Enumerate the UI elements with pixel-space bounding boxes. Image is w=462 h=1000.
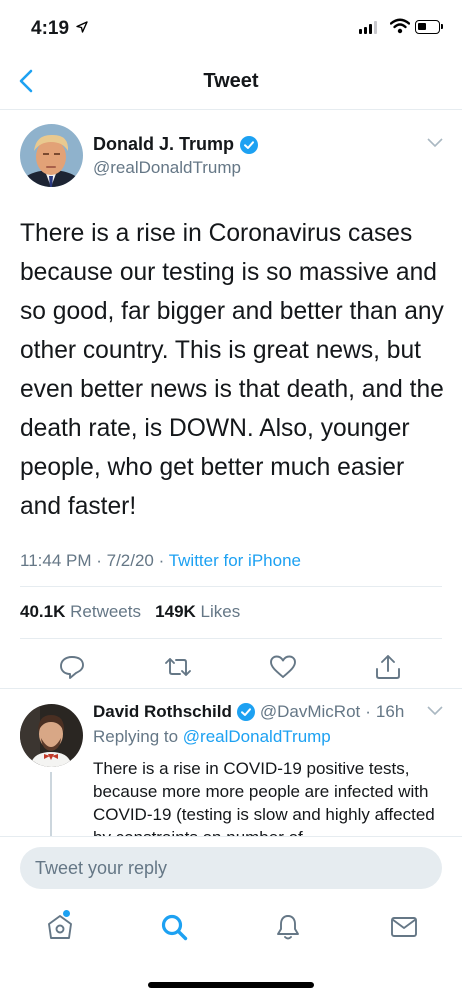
reply-age: 16h xyxy=(375,702,405,721)
retweet-icon[interactable] xyxy=(163,652,193,682)
page-title: Tweet xyxy=(203,70,259,92)
verified-badge-icon xyxy=(236,703,255,721)
author-name-text: Donald J. Trump xyxy=(93,134,235,154)
reply-tweet[interactable]: David Rothschild @DavMicRot · 16h Replying… xyxy=(0,690,462,838)
meta-separator: · xyxy=(365,702,371,721)
replying-to-prefix: Replying to xyxy=(93,727,179,746)
likes-count-link[interactable]: 149K Likes xyxy=(155,602,240,621)
tweet-text: There is a rise in Coronavirus cases bec… xyxy=(20,220,444,520)
like-icon[interactable] xyxy=(268,652,298,682)
tweet-actions xyxy=(0,648,462,688)
replying-to: Replying to @realDonaldTrump xyxy=(93,727,331,747)
notification-dot xyxy=(63,910,70,917)
divider xyxy=(20,638,442,639)
tweet-time: 11:44 PM xyxy=(20,551,92,570)
reply-input[interactable] xyxy=(20,847,442,889)
chevron-down-icon[interactable] xyxy=(427,706,443,716)
reply-icon[interactable] xyxy=(57,652,87,682)
engagement-counts: 40.1K Retweets 149K Likes xyxy=(20,602,240,622)
reply-author-avatar[interactable] xyxy=(20,704,83,767)
likes-label: Likes xyxy=(200,602,241,621)
reply-author-handle[interactable]: @DavMicRot xyxy=(260,702,360,722)
status-time: 4:19 xyxy=(31,18,70,39)
battery-level xyxy=(418,23,426,30)
home-indicator xyxy=(148,982,314,988)
reply-text: There is a rise in COVID-19 positive tes… xyxy=(93,759,435,838)
cellular-signal-icon xyxy=(359,21,377,34)
verified-badge-icon xyxy=(240,135,259,154)
notifications-icon[interactable] xyxy=(273,912,303,942)
nav-bar: Tweet xyxy=(0,50,462,110)
location-arrow-icon xyxy=(76,21,88,33)
tweet-metadata: 11:44 PM · 7/2/20 · Twitter for iPhone xyxy=(20,551,301,571)
author-handle[interactable]: @realDonaldTrump xyxy=(93,158,241,178)
messages-icon[interactable] xyxy=(389,912,419,942)
share-icon[interactable] xyxy=(373,652,403,682)
tweet-date: 7/2/20 xyxy=(106,551,154,570)
thread-line xyxy=(50,772,52,838)
reply-author-name[interactable]: David Rothschild xyxy=(93,702,232,722)
retweets-count-link[interactable]: 40.1K Retweets xyxy=(20,602,141,621)
wifi-icon xyxy=(390,18,410,34)
chevron-down-icon[interactable] xyxy=(427,138,443,148)
status-bar: 4:19 xyxy=(0,0,462,50)
likes-count: 149K xyxy=(155,602,196,621)
meta-separator: · xyxy=(91,551,107,570)
reply-header: David Rothschild @DavMicRot · 16h xyxy=(93,702,404,722)
home-icon[interactable] xyxy=(45,912,75,942)
reply-composer xyxy=(0,836,462,898)
retweets-count: 40.1K xyxy=(20,602,66,621)
tweet-source-link[interactable]: Twitter for iPhone xyxy=(169,551,301,570)
author-name[interactable]: Donald J. Trump xyxy=(93,134,259,155)
divider xyxy=(0,688,462,689)
divider xyxy=(20,586,442,587)
replying-to-handle[interactable]: @realDonaldTrump xyxy=(183,727,331,746)
search-icon[interactable] xyxy=(159,912,189,942)
meta-separator: · xyxy=(153,551,169,570)
battery-icon xyxy=(415,20,443,34)
author-avatar[interactable] xyxy=(20,124,83,187)
retweets-label: Retweets xyxy=(70,602,141,621)
